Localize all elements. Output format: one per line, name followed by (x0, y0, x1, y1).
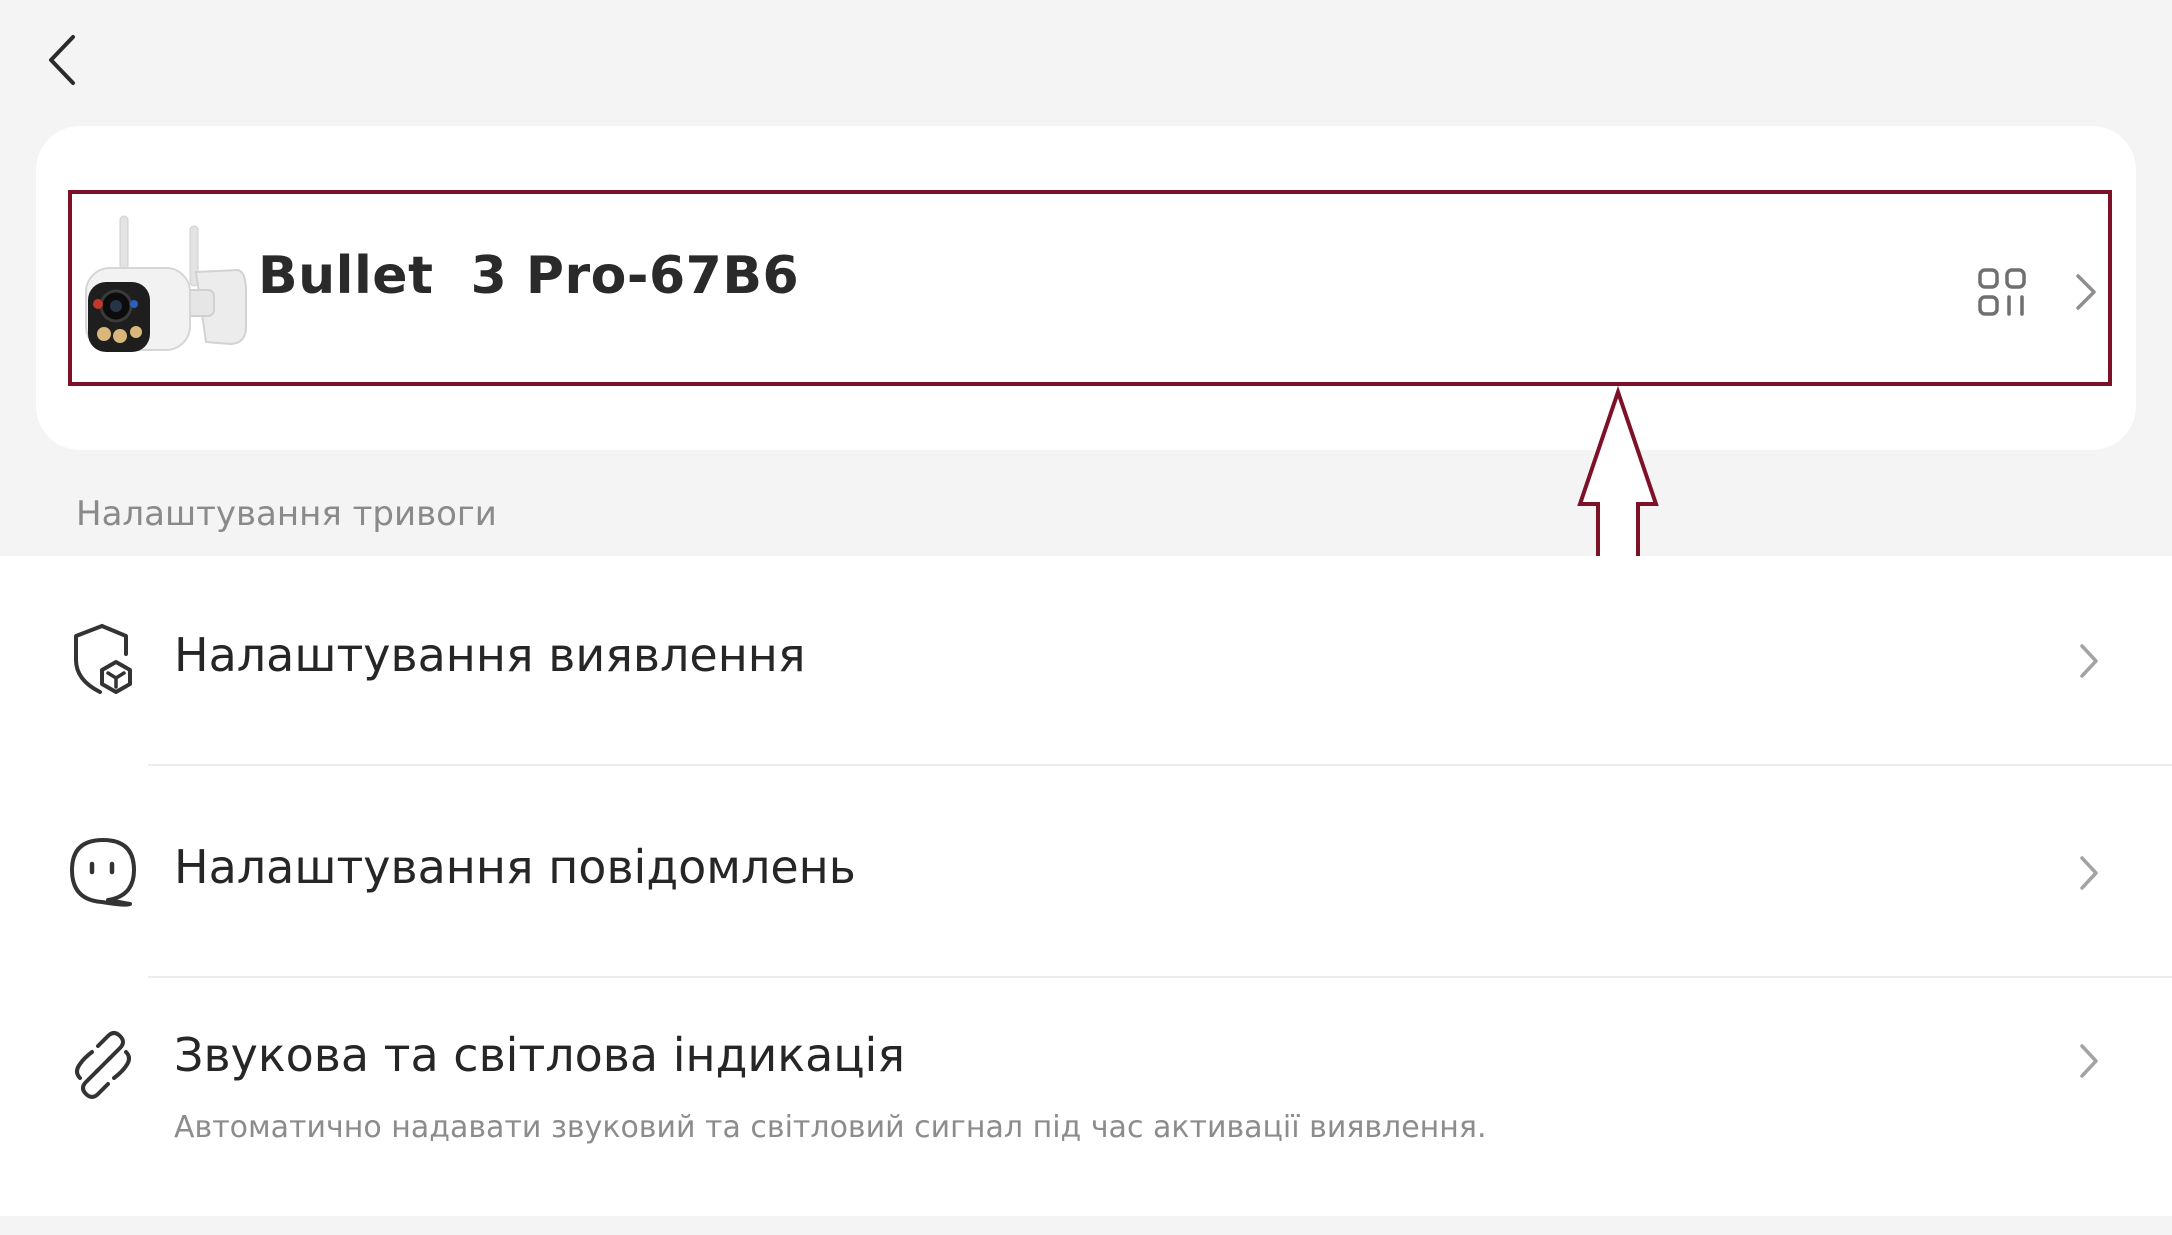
link-icon (75, 1031, 131, 1099)
settings-list: Налаштування виявлення Налаштування пові… (0, 556, 2172, 1216)
item-label: Налаштування виявлення (174, 628, 806, 682)
back-button[interactable] (40, 30, 84, 90)
list-item-notification-settings[interactable]: Налаштування повідомлень (0, 768, 2172, 978)
chevron-right-icon (2080, 1044, 2098, 1078)
shield-detection-icon (74, 624, 132, 694)
device-info-row[interactable]: Bullet 3 Pro-67B6 (68, 190, 2112, 386)
divider (148, 976, 2172, 978)
item-label: Звукова та світлова індикація (174, 1028, 906, 1082)
chevron-right-icon (2080, 856, 2098, 890)
qr-code-icon[interactable] (1976, 266, 2028, 318)
section-header: Налаштування тривоги (76, 494, 497, 534)
bullet-camera-image (85, 215, 247, 352)
device-name: Bullet 3 Pro-67B6 (258, 246, 800, 306)
chevron-right-icon (2080, 644, 2098, 678)
chevron-right-icon (2076, 274, 2096, 310)
list-item-sound-light-indication[interactable]: Звукова та світлова індикація Автоматичн… (0, 980, 2172, 1216)
divider (148, 764, 2172, 766)
message-bubble-icon (70, 838, 136, 907)
list-item-detection-settings[interactable]: Налаштування виявлення (0, 556, 2172, 766)
item-description: Автоматично надавати звуковий та світлов… (174, 1110, 1487, 1145)
item-label: Налаштування повідомлень (174, 840, 856, 894)
chevron-left-icon (49, 35, 75, 85)
